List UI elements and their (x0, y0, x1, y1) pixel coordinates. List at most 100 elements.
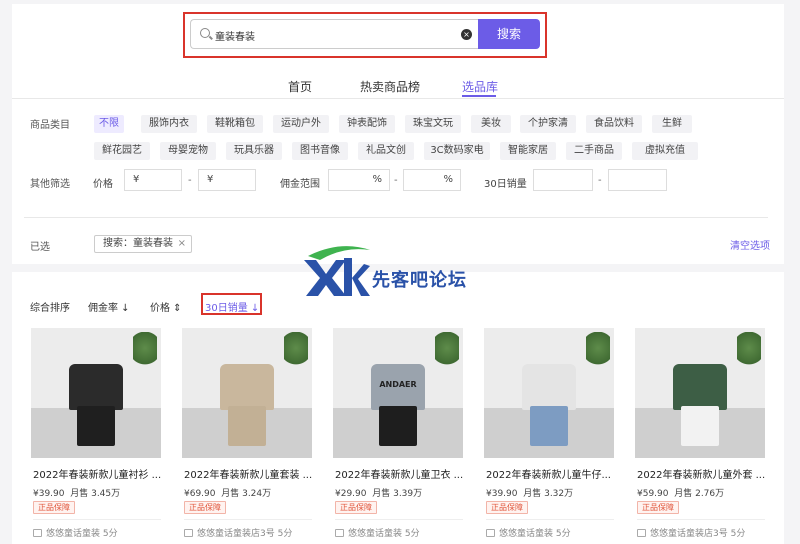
category-chip[interactable]: 不限 (94, 115, 124, 133)
garment-top (69, 364, 123, 410)
product-title[interactable]: 2022年春装新款儿童套装 ... (184, 466, 312, 481)
category-chip[interactable]: 玩具乐器 (226, 142, 282, 160)
authentic-badge: 正品保障 (486, 501, 528, 514)
product-price: ¥39.90 (33, 489, 65, 499)
sales-max-input[interactable] (608, 169, 667, 191)
plant-icon (435, 332, 459, 372)
category-chip[interactable]: 个护家清 (520, 115, 576, 133)
category-chip[interactable]: 钟表配饰 (339, 115, 395, 133)
product-price: ¥59.90 (637, 489, 669, 499)
selected-tag-text: 搜索：童装春装 (103, 238, 173, 249)
commission-label: 佣金范围 (280, 179, 320, 190)
product-title[interactable]: 2022年春装新款儿童外套 ... (637, 466, 765, 481)
store-line[interactable]: 悠悠童话童装 5分 (486, 526, 571, 539)
tab-hot-ranking[interactable]: 热卖商品榜 (360, 78, 420, 95)
commission-max-suffix: % (443, 174, 453, 185)
product-price-line: ¥39.90 月售 3.32万 (486, 486, 573, 499)
store-icon (33, 529, 42, 537)
sort-commission-rate[interactable]: 佣金率 ↓ (88, 299, 130, 314)
active-tab-indicator (462, 95, 496, 97)
product-title[interactable]: 2022年春装新款儿童卫衣 ... (335, 466, 463, 481)
nav-divider (12, 98, 784, 99)
selected-label: 已选 (30, 242, 50, 253)
category-chip[interactable]: 鲜花园艺 (94, 142, 150, 160)
product-card[interactable]: 2022年春装新款儿童套装 ... ¥69.90 月售 3.24万 正品保障悠悠童话… (182, 328, 312, 544)
commission-dash: - (394, 175, 398, 186)
sort-sales-30d[interactable]: 30日销量 ↓ (205, 299, 259, 314)
product-title[interactable]: 2022年春装新款儿童牛仔... (486, 466, 614, 481)
product-image[interactable]: ANDAER (333, 328, 463, 458)
clear-icon[interactable]: × (461, 29, 472, 40)
category-chip[interactable]: 食品饮料 (586, 115, 642, 133)
garment-pants (77, 406, 115, 446)
other-filters-label: 其他筛选 (30, 179, 70, 190)
search-input[interactable]: 童装春装 × (190, 19, 478, 49)
category-chip[interactable]: 3C数码家电 (424, 142, 490, 160)
category-chip[interactable]: 运动户外 (273, 115, 329, 133)
price-min-input[interactable]: ¥ (124, 169, 182, 191)
category-chip[interactable]: 礼品文创 (358, 142, 414, 160)
garment-pants (379, 406, 417, 446)
watermark: 先客吧论坛 (300, 244, 500, 300)
search-icon (200, 28, 210, 38)
category-label: 商品类目 (30, 120, 70, 131)
clear-options-link[interactable]: 清空选项 (730, 237, 770, 252)
watermark-logo-icon (304, 246, 370, 296)
product-image[interactable] (31, 328, 161, 458)
product-card[interactable]: 2022年春装新款儿童衬衫 ... ¥39.90 月售 3.45万 正品保障 悠悠童话… (31, 328, 161, 544)
store-line[interactable]: 悠悠童话童装店3号 5分 (184, 526, 292, 539)
category-chip[interactable]: 智能家居 (500, 142, 556, 160)
product-card[interactable]: 2022年春装新款儿童牛仔... ¥39.90 月售 3.32万 正品保障悠悠童话童… (484, 328, 614, 544)
category-chip[interactable]: 美妆 (471, 115, 511, 133)
category-chip[interactable]: 图书音像 (292, 142, 348, 160)
garment-top (220, 364, 274, 410)
product-image[interactable] (182, 328, 312, 458)
garment-pants (530, 406, 568, 446)
filters-divider (24, 217, 768, 218)
card-divider (184, 519, 312, 520)
search-button[interactable]: 搜索 (478, 19, 540, 49)
tab-home[interactable]: 首页 (288, 78, 312, 95)
product-monthly-sales: 月售 3.45万 (70, 489, 121, 499)
category-chip[interactable]: 珠宝文玩 (405, 115, 461, 133)
product-price-line: ¥69.90 月售 3.24万 (184, 486, 271, 499)
sort-comprehensive[interactable]: 综合排序 (30, 299, 70, 314)
tab-selection-library[interactable]: 选品库 (462, 78, 498, 95)
authentic-badge: 正品保障 (184, 501, 226, 514)
commission-min-suffix: % (372, 174, 382, 185)
store-name: 悠悠童话童装 5分 (348, 529, 420, 539)
commission-max-input[interactable]: % (403, 169, 461, 191)
card-divider (486, 519, 614, 520)
product-price-line: ¥39.90 月售 3.45万 (33, 486, 120, 499)
product-card[interactable]: 2022年春装新款儿童外套 ... ¥59.90 月售 2.76万 正品保障 悠悠童话… (635, 328, 765, 544)
category-chip[interactable]: 生鲜 (652, 115, 692, 133)
product-monthly-sales: 月售 3.24万 (221, 489, 272, 499)
watermark-text: 先客吧论坛 (372, 270, 467, 291)
plant-icon (133, 332, 157, 372)
category-chip[interactable]: 母婴宠物 (160, 142, 216, 160)
store-line[interactable]: 悠悠童话童装 5分 (335, 526, 420, 539)
close-icon[interactable]: × (178, 236, 186, 252)
plant-icon (737, 332, 761, 372)
store-icon (486, 529, 495, 537)
category-chip[interactable]: 二手商品 (566, 142, 622, 160)
sales-min-input[interactable] (533, 169, 593, 191)
product-monthly-sales: 月售 3.39万 (372, 489, 423, 499)
price-max-input[interactable]: ¥ (198, 169, 256, 191)
garment-pants (681, 406, 719, 446)
store-name: 悠悠童话童装店3号 5分 (197, 529, 293, 539)
sort-price[interactable]: 价格 ⇕ (150, 299, 182, 314)
category-chip[interactable]: 鞋靴箱包 (207, 115, 263, 133)
store-line[interactable]: 悠悠童话童装 5分 (33, 526, 118, 539)
search-input-value: 童装春装 (215, 32, 255, 43)
store-line[interactable]: 悠悠童话童装店3号 5分 (637, 526, 745, 539)
product-card[interactable]: ANDAER 2022年春装新款儿童卫衣 ... ¥29.90 月售 3.39万 正品… (333, 328, 463, 544)
product-price-line: ¥29.90 月售 3.39万 (335, 486, 422, 499)
product-image[interactable] (635, 328, 765, 458)
product-title[interactable]: 2022年春装新款儿童衬衫 ... (33, 466, 161, 481)
commission-min-input[interactable]: % (328, 169, 390, 191)
category-chip[interactable]: 虚拟充值 (632, 142, 698, 160)
product-monthly-sales: 月售 2.76万 (674, 489, 725, 499)
product-image[interactable] (484, 328, 614, 458)
category-chip[interactable]: 服饰内衣 (141, 115, 197, 133)
